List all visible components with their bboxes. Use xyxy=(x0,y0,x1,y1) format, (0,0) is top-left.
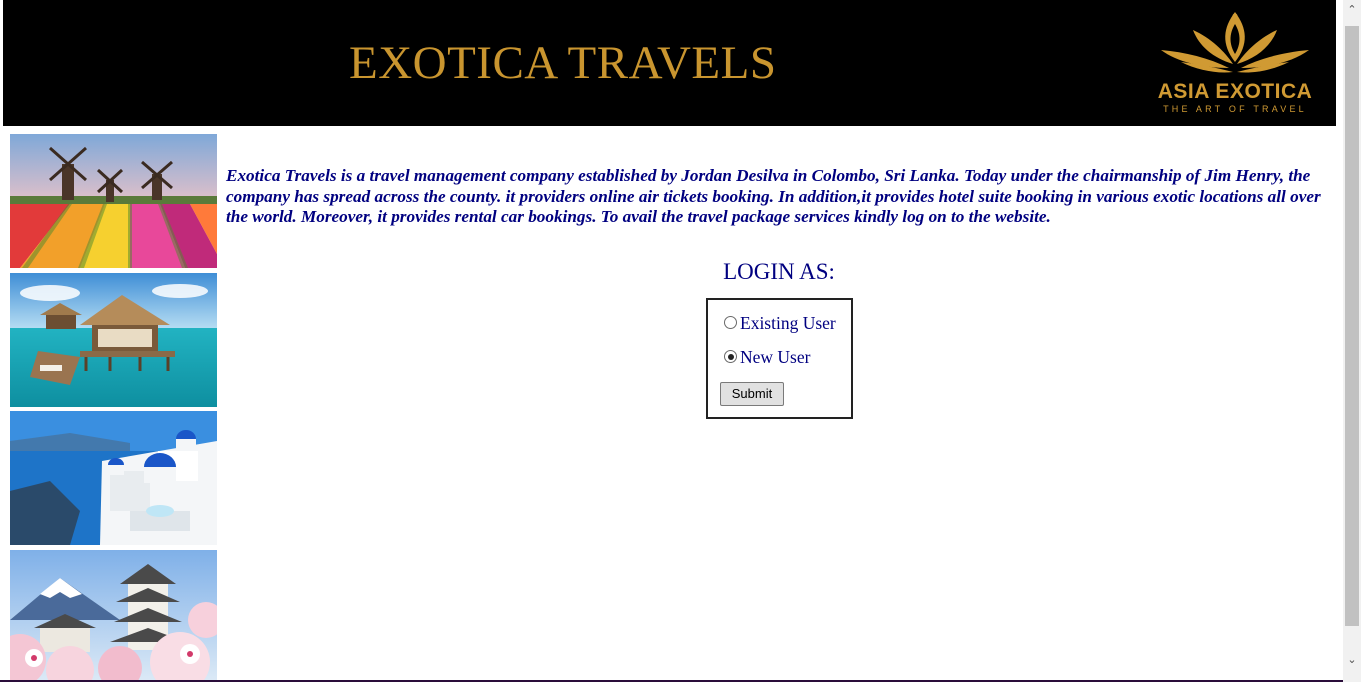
chevron-down-icon[interactable]: ⌄ xyxy=(1343,650,1361,670)
scrollbar-thumb[interactable] xyxy=(1345,26,1359,626)
chevron-up-icon[interactable]: ⌃ xyxy=(1343,0,1361,20)
logo-text: ASIA EXOTICA xyxy=(1157,80,1313,103)
lotus-logo-icon xyxy=(1161,12,1309,73)
login-heading: LOGIN AS: xyxy=(723,259,835,284)
site-title: EXOTICA TRAVELS xyxy=(349,37,777,89)
existing-user-label[interactable]: Existing User xyxy=(740,313,836,334)
page-scrollbar[interactable]: ⌃ ⌄ xyxy=(1343,0,1361,682)
submit-button[interactable]: Submit xyxy=(720,382,784,406)
new-user-radio[interactable] xyxy=(724,350,737,363)
santorini-photo xyxy=(10,411,217,545)
tulip-windmill-photo xyxy=(10,134,217,268)
asia-exotica-logo[interactable]: ASIA EXOTICA THE ART OF TRAVEL xyxy=(1133,10,1337,118)
new-user-label[interactable]: New User xyxy=(740,347,810,368)
login-form: Existing User New User Submit xyxy=(706,298,853,419)
site-header: EXOTICA TRAVELS ASIA EXOTICA THE ART OF … xyxy=(3,0,1336,126)
logo-tagline: THE ART OF TRAVEL xyxy=(1163,104,1307,114)
japan-castle-fuji-photo xyxy=(10,550,217,680)
intro-paragraph: Exotica Travels is a travel management c… xyxy=(226,166,1321,226)
overwater-bungalow-photo xyxy=(10,273,217,407)
existing-user-radio[interactable] xyxy=(724,316,737,329)
